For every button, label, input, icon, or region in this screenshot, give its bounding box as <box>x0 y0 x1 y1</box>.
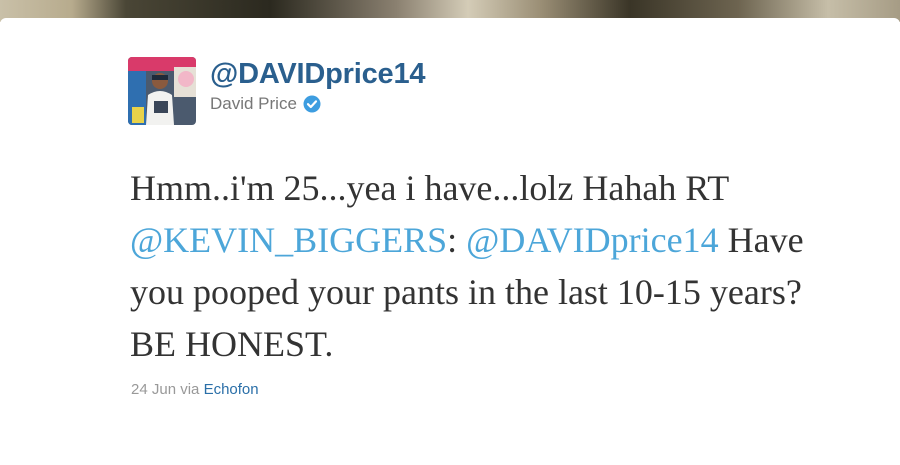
tweet-author-handle[interactable]: @DAVIDprice14 <box>210 58 426 91</box>
tweet-text-colon: : <box>447 220 467 260</box>
tweet-author-name: David Price <box>210 94 297 113</box>
verified-badge-icon <box>303 95 321 113</box>
tweet-text-intro: Hmm..i'm 25...yea i have...lolz Hahah RT <box>130 168 729 208</box>
mention-link-kevin-biggers[interactable]: @KEVIN_BIGGERS <box>130 220 447 260</box>
source-link[interactable]: Echofon <box>204 381 259 398</box>
author-name-row: David Price <box>210 94 321 114</box>
tweet-text: Hmm..i'm 25...yea i have...lolz Hahah RT… <box>130 162 830 370</box>
tweet-meta: 24 Jun via Echofon <box>131 381 259 398</box>
avatar[interactable] <box>128 57 196 125</box>
mention-link-davidprice14[interactable]: @DAVIDprice14 <box>466 220 718 260</box>
tweet-date[interactable]: 24 Jun <box>131 381 176 398</box>
via-label: via <box>176 381 204 398</box>
